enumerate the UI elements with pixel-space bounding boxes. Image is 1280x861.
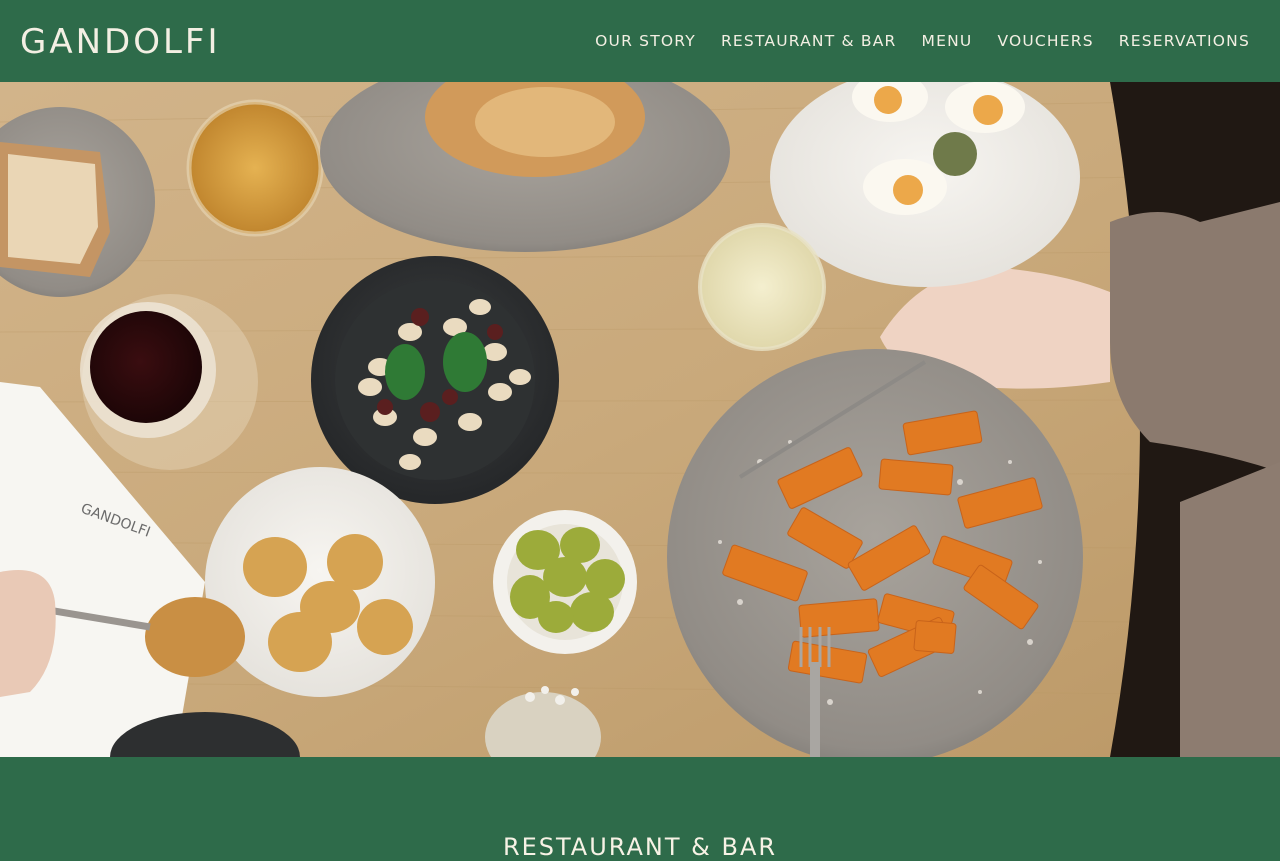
nav-vouchers[interactable]: VOUCHERS <box>997 32 1093 50</box>
site-header: GANDOLFI OUR STORY RESTAURANT & BAR MENU… <box>0 0 1280 82</box>
nav-restaurant-bar[interactable]: RESTAURANT & BAR <box>721 32 897 50</box>
hero-illustration: GANDOLFI <box>0 82 1280 757</box>
main-nav: OUR STORY RESTAURANT & BAR MENU VOUCHERS… <box>595 32 1250 50</box>
nav-menu[interactable]: MENU <box>922 32 973 50</box>
section-title: RESTAURANT & BAR <box>502 833 778 861</box>
hero-image: GANDOLFI <box>0 82 1280 757</box>
nav-our-story[interactable]: OUR STORY <box>595 32 696 50</box>
nav-reservations[interactable]: RESERVATIONS <box>1119 32 1250 50</box>
logo[interactable]: GANDOLFI <box>20 25 221 59</box>
